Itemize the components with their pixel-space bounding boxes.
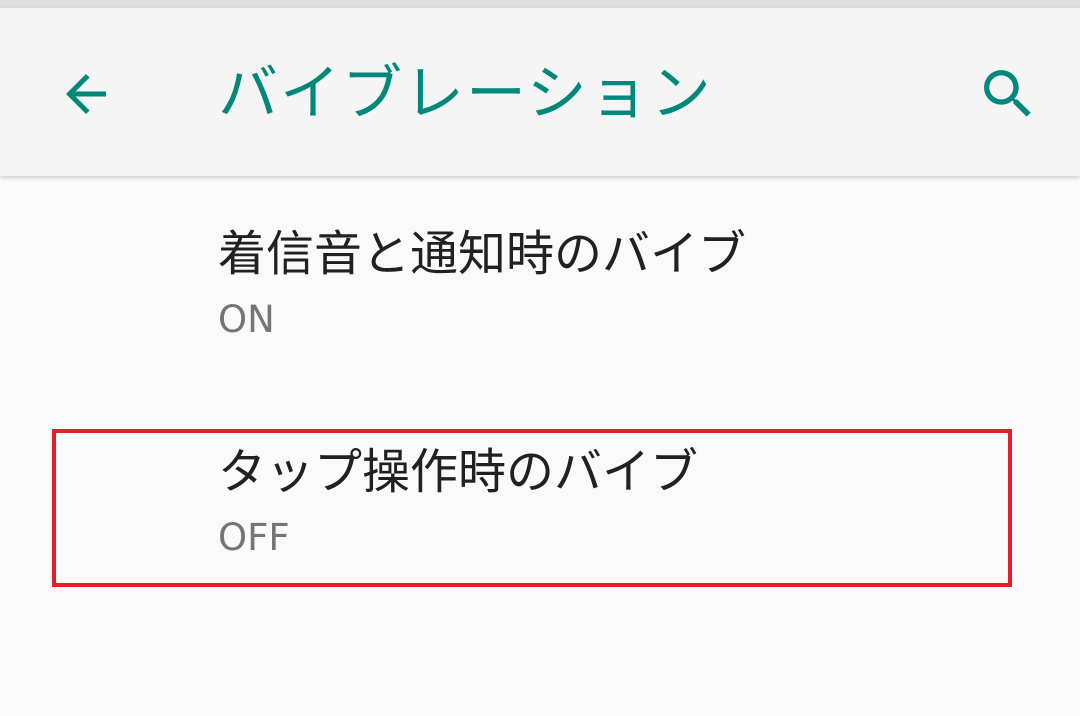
pref-summary: ON [218, 298, 275, 341]
back-button[interactable] [44, 52, 128, 136]
preference-list: 着信音と通知時のバイブ ON タップ操作時のバイブ OFF [0, 176, 1080, 716]
pref-title: 着信音と通知時のバイブ [218, 226, 747, 282]
page-title: バイブレーション [218, 59, 713, 129]
search-button[interactable] [966, 52, 1050, 136]
pref-item-ringtone-notification-vibration[interactable]: 着信音と通知時のバイブ ON [0, 212, 1080, 392]
pref-title: タップ操作時のバイブ [218, 444, 699, 500]
search-icon [984, 70, 1031, 117]
arrow-back-icon [66, 74, 106, 114]
app-bar: バイブレーション [0, 8, 1080, 176]
status-bar-strip [0, 0, 1080, 8]
pref-summary: OFF [218, 516, 290, 559]
pref-item-tap-vibration[interactable]: タップ操作時のバイブ OFF [0, 430, 1080, 610]
